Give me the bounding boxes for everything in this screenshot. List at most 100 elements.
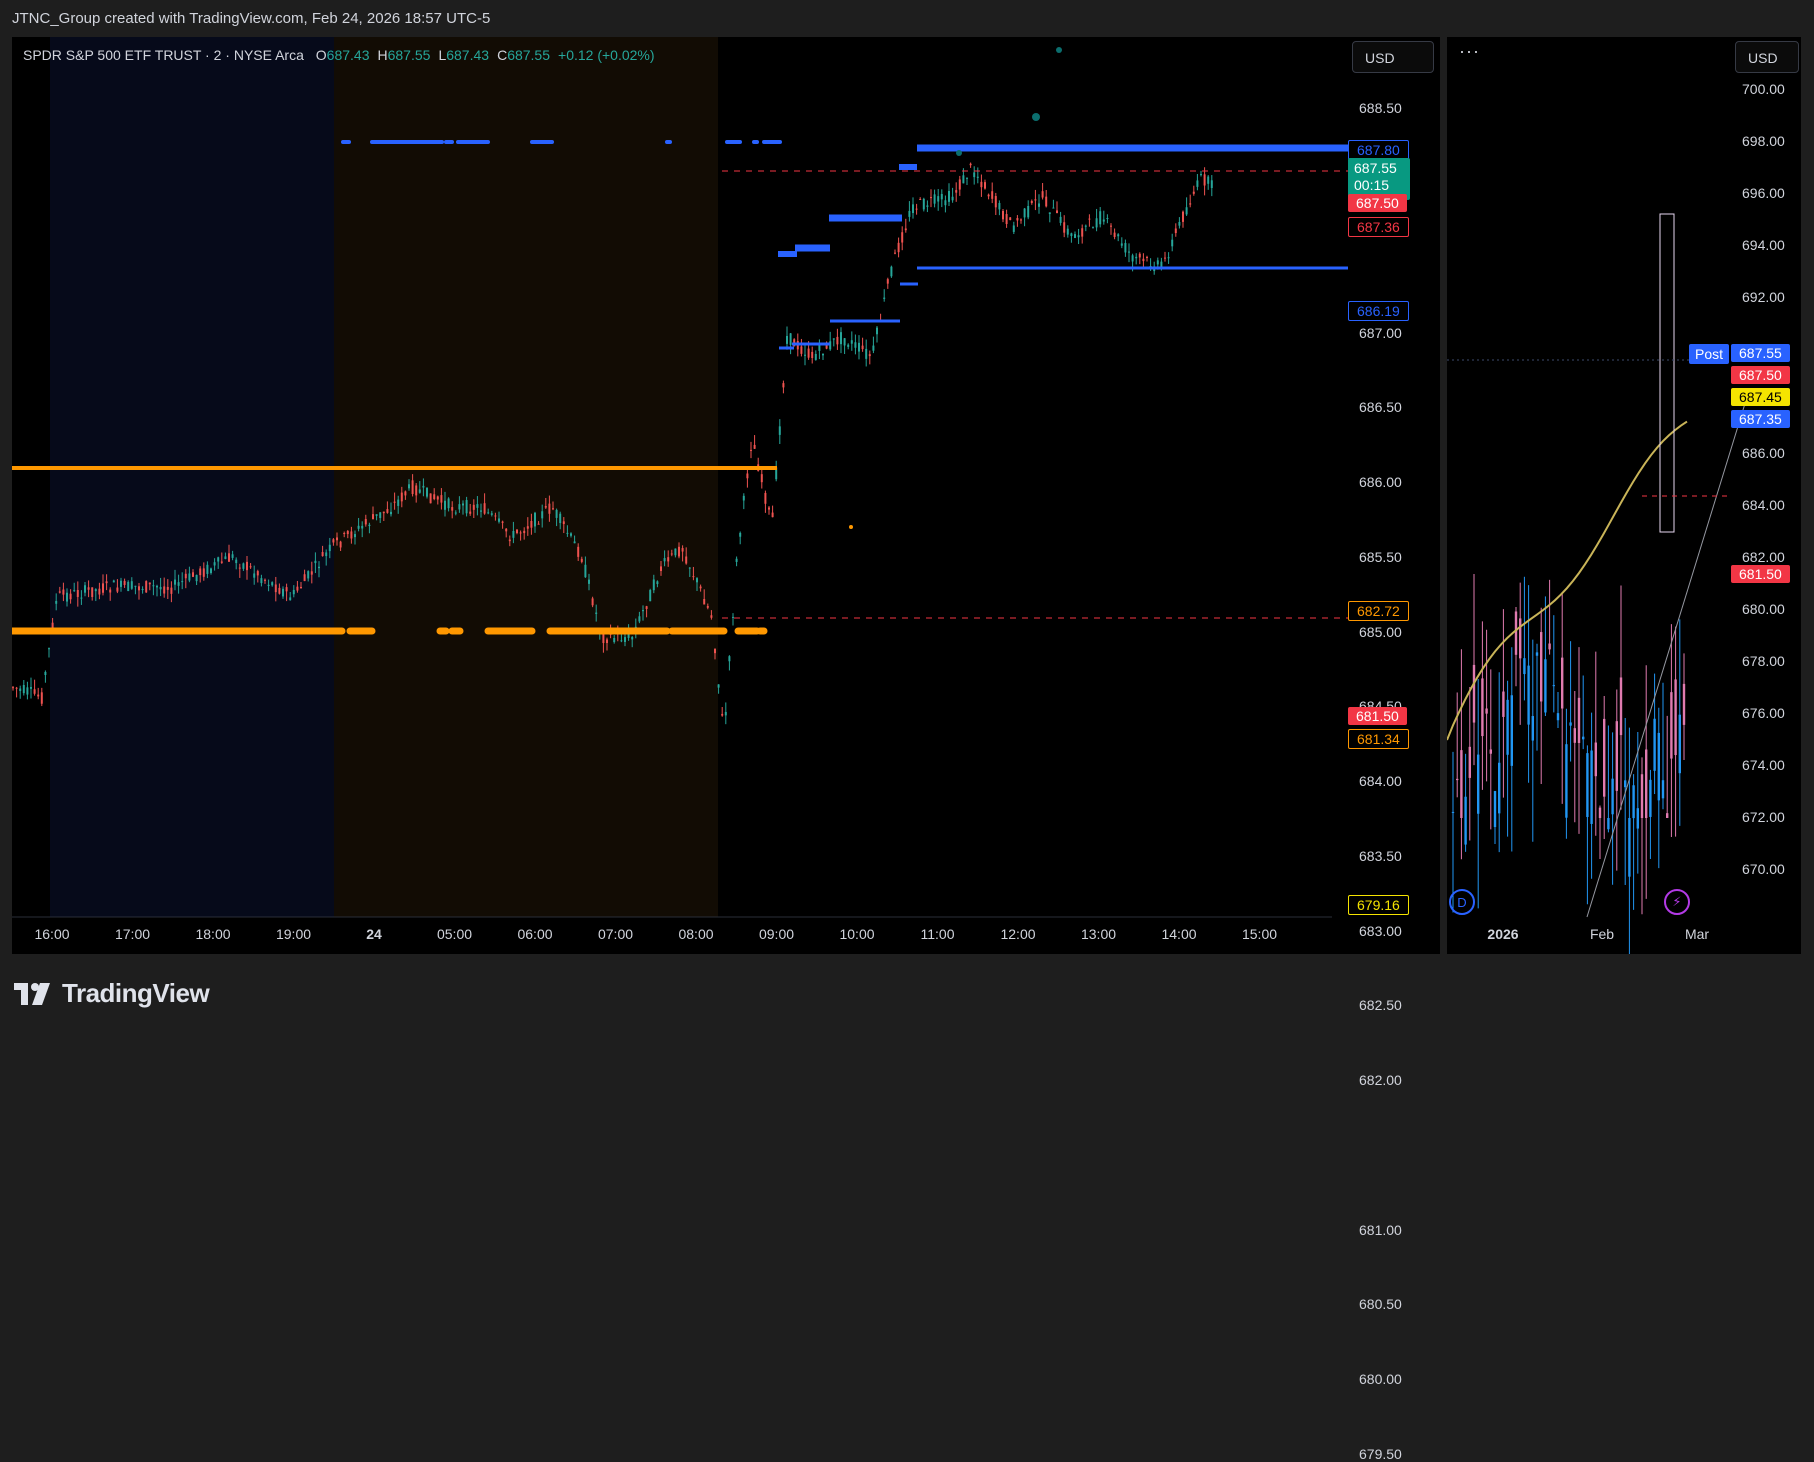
candle-body bbox=[703, 598, 706, 605]
candle-body bbox=[883, 297, 886, 299]
symbol-legend[interactable]: SPDR S&P 500 ETF TRUST · 2 · NYSE Arca O… bbox=[23, 47, 663, 63]
ohlc-high-label: H bbox=[377, 47, 388, 63]
candle-body bbox=[364, 518, 367, 525]
candle-body bbox=[786, 335, 788, 344]
candle-body bbox=[994, 196, 997, 208]
daily-price-tag-red-1: 687.50 bbox=[1731, 366, 1790, 384]
candle-body bbox=[890, 266, 893, 277]
daily-candle-body bbox=[1460, 750, 1463, 818]
candle-body bbox=[1099, 211, 1102, 225]
candle-body bbox=[109, 589, 112, 593]
candle-body bbox=[285, 587, 288, 592]
candle-body bbox=[523, 530, 526, 534]
candle-body bbox=[1016, 218, 1019, 221]
daily-candle-body bbox=[1535, 652, 1539, 656]
daily-candle-body bbox=[1556, 713, 1560, 721]
daily-candle-body bbox=[1506, 699, 1509, 755]
candle-body bbox=[735, 558, 738, 562]
daily-candle-body bbox=[1603, 718, 1606, 797]
lightning-icon[interactable]: ⚡ bbox=[1664, 889, 1690, 915]
candle-body bbox=[181, 581, 184, 583]
daily-price-tick: 680.00 bbox=[1742, 601, 1785, 617]
candle-body bbox=[1207, 176, 1210, 184]
candle-body bbox=[102, 583, 104, 593]
candle-body bbox=[217, 557, 220, 562]
currency-button[interactable]: USD bbox=[1352, 41, 1434, 73]
time-tick: 16:00 bbox=[34, 926, 70, 942]
candle-body bbox=[350, 531, 353, 539]
candle-body bbox=[1081, 228, 1084, 237]
candle-body bbox=[274, 584, 277, 593]
daily-candle-body bbox=[1598, 807, 1602, 818]
candle-body bbox=[12, 687, 14, 689]
candle-body bbox=[372, 514, 374, 520]
candle-body bbox=[1023, 208, 1026, 218]
candle-body bbox=[408, 484, 410, 489]
daily-chart-panel[interactable]: ··· USD 700.00 698.00 696.00 694.00 692.00 68… bbox=[1447, 37, 1801, 954]
candle-body bbox=[379, 512, 382, 519]
daily-candle-body bbox=[1628, 818, 1631, 877]
candle-body bbox=[516, 529, 518, 534]
price-tag-red-2: 681.50 bbox=[1348, 707, 1407, 725]
candle-body bbox=[314, 560, 317, 564]
price-tag-orange-1: 682.72 bbox=[1348, 601, 1409, 621]
dividend-icon[interactable]: D bbox=[1449, 889, 1475, 915]
candle-body bbox=[760, 474, 763, 483]
price-tick: 685.50 bbox=[1359, 548, 1402, 565]
candle-body bbox=[1084, 225, 1087, 227]
intraday-chart-panel[interactable]: SPDR S&P 500 ETF TRUST · 2 · NYSE Arca O… bbox=[12, 37, 1440, 1462]
candle-body bbox=[195, 574, 198, 582]
candle-body bbox=[584, 564, 587, 578]
candle-body bbox=[822, 353, 824, 356]
candle-body bbox=[1034, 199, 1037, 201]
candle-body bbox=[228, 553, 230, 562]
price-tick: 687.00 bbox=[1359, 324, 1402, 341]
time-tick: 09:00 bbox=[758, 926, 795, 942]
candle-body bbox=[1110, 225, 1112, 227]
daily-price-tick: 698.00 bbox=[1742, 133, 1785, 149]
candle-body bbox=[573, 541, 576, 544]
candle-body bbox=[213, 562, 216, 566]
daily-price-tick: 670.00 bbox=[1742, 861, 1785, 877]
candle-body bbox=[1005, 214, 1008, 225]
candle-body bbox=[940, 194, 943, 200]
price-tick: 683.50 bbox=[1359, 847, 1402, 864]
candle-body bbox=[548, 503, 551, 514]
candle-body bbox=[300, 586, 302, 589]
candle-body bbox=[948, 190, 950, 202]
candle-body bbox=[1192, 191, 1195, 194]
time-tick: 13:00 bbox=[1080, 926, 1117, 942]
candle-body bbox=[415, 485, 418, 496]
candle-body bbox=[476, 504, 479, 508]
daily-candle-body bbox=[1531, 716, 1534, 741]
candle-body bbox=[271, 582, 274, 586]
candle-body bbox=[1012, 225, 1015, 232]
candle-body bbox=[1200, 174, 1202, 176]
candle-body bbox=[973, 172, 976, 178]
ohlc-high-value: 687.55 bbox=[387, 47, 431, 63]
candle-body bbox=[922, 198, 925, 210]
daily-candle-body bbox=[1519, 618, 1522, 659]
candle-body bbox=[631, 637, 634, 640]
daily-currency-button[interactable]: USD bbox=[1735, 41, 1799, 73]
candle-body bbox=[1027, 205, 1030, 218]
daily-price-tick: 676.00 bbox=[1742, 705, 1785, 721]
candle-body bbox=[1113, 232, 1116, 237]
daily-candle-body bbox=[1670, 692, 1673, 759]
intraday-chart-canvas[interactable] bbox=[12, 37, 1440, 954]
candle-body bbox=[1009, 217, 1012, 221]
candle-body bbox=[577, 546, 580, 557]
brand-name: TradingView bbox=[62, 978, 210, 1008]
symbol-name[interactable]: SPDR S&P 500 ETF TRUST · 2 · NYSE Arca bbox=[23, 47, 304, 63]
price-tick: 681.00 bbox=[1359, 1221, 1402, 1238]
more-options-button[interactable]: ··· bbox=[1459, 41, 1480, 62]
ohlc-open-label: O bbox=[315, 47, 327, 63]
candle-body bbox=[397, 499, 400, 506]
candle-body bbox=[1102, 219, 1105, 222]
tradingview-logo[interactable]: TradingView bbox=[14, 978, 210, 1009]
candle-body bbox=[930, 197, 932, 199]
candle-body bbox=[1063, 222, 1066, 233]
candle-body bbox=[76, 590, 79, 597]
candle-body bbox=[55, 600, 58, 604]
candle-body bbox=[44, 671, 47, 675]
